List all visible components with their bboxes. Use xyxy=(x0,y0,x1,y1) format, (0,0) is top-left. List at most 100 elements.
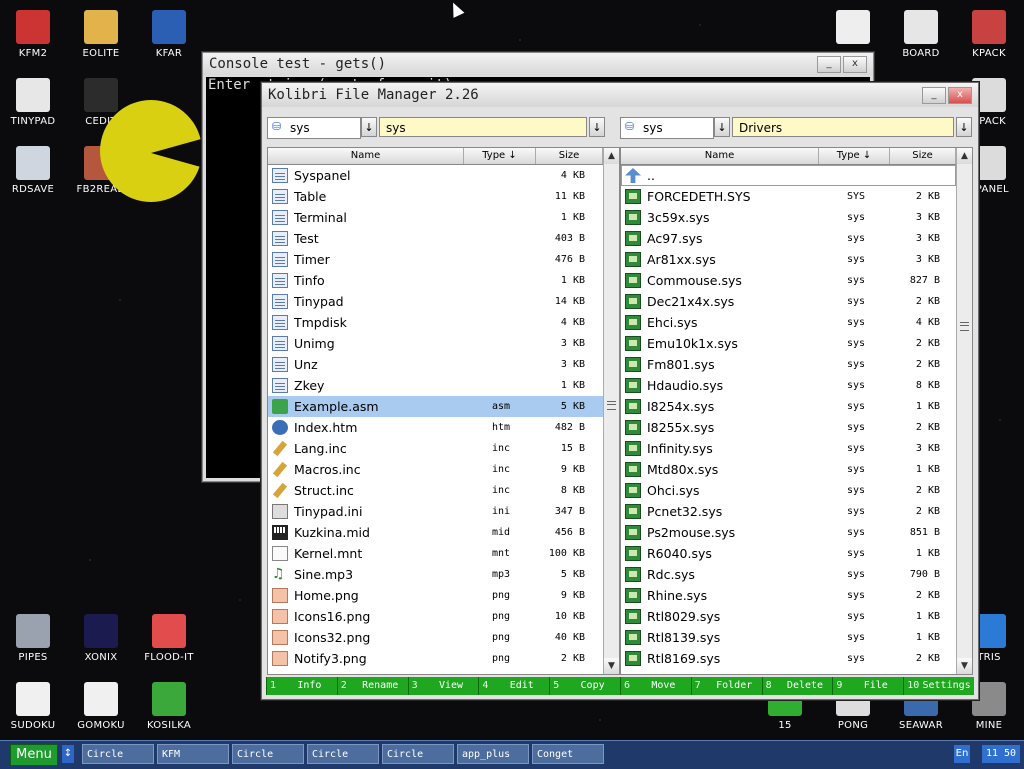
file-row[interactable]: Example.asm asm 5 KB xyxy=(268,396,603,417)
language-indicator[interactable]: En xyxy=(954,745,970,763)
file-row[interactable]: Struct.inc inc 8 KB xyxy=(268,480,603,501)
right-col-name[interactable]: Name xyxy=(621,148,819,164)
file-row[interactable]: Unimg 3 KB xyxy=(268,333,603,354)
file-row[interactable]: Tinypad.ini ini 347 B xyxy=(268,501,603,522)
file-row[interactable]: FORCEDETH.SYS SYS 2 KB xyxy=(621,186,956,207)
file-row[interactable]: Test 403 B xyxy=(268,228,603,249)
left-col-type[interactable]: Type ↓ xyxy=(464,148,536,164)
file-manager-window[interactable]: Kolibri File Manager 2.26 _ x ⛁ sys ↓ sy… xyxy=(261,82,979,700)
fkey-folder-button[interactable]: 7 Folder xyxy=(690,677,763,695)
taskbar-task-button[interactable]: Circle xyxy=(382,744,454,764)
desktop-l-tinypad[interactable]: TINYPAD xyxy=(0,78,66,127)
left-col-size[interactable]: Size xyxy=(536,148,603,164)
file-row[interactable]: Ar81xx.sys sys 3 KB xyxy=(621,249,956,270)
desktop-l-rdsave[interactable]: RDSAVE xyxy=(0,146,66,195)
file-row[interactable]: ♫ Sine.mp3 mp3 5 KB xyxy=(268,564,603,585)
file-row[interactable]: Infinity.sys sys 3 KB xyxy=(621,438,956,459)
file-row[interactable]: R6040.sys sys 1 KB xyxy=(621,543,956,564)
file-row[interactable]: Notify3.png png 2 KB xyxy=(268,648,603,669)
file-row[interactable]: Rtl8139.sys sys 1 KB xyxy=(621,627,956,648)
taskbar-task-button[interactable]: KFM xyxy=(157,744,229,764)
file-row[interactable]: Table 11 KB xyxy=(268,186,603,207)
scroll-down-icon[interactable]: ▼ xyxy=(604,658,619,674)
desktop-l-gomoku[interactable]: GOMOKU xyxy=(68,682,134,731)
menu-button[interactable]: Menu xyxy=(10,744,58,766)
file-row[interactable]: Home.png png 9 KB xyxy=(268,585,603,606)
desktop-l-flood-it[interactable]: FLOOD-IT xyxy=(136,614,202,663)
fkey-view-button[interactable]: 3 View xyxy=(407,677,480,695)
file-row[interactable]: Rhine.sys sys 2 KB xyxy=(621,585,956,606)
right-col-type[interactable]: Type ↓ xyxy=(819,148,890,164)
desktop-r-kpack[interactable]: KPACK xyxy=(956,10,1022,59)
file-row[interactable]: Icons32.png png 40 KB xyxy=(268,627,603,648)
right-path-dropdown-button[interactable]: ↓ xyxy=(956,117,972,137)
desktop-r-icon-0[interactable] xyxy=(820,10,886,48)
file-row[interactable]: Mtd80x.sys sys 1 KB xyxy=(621,459,956,480)
file-row[interactable]: Emu10k1x.sys sys 2 KB xyxy=(621,333,956,354)
file-row[interactable]: 3c59x.sys sys 3 KB xyxy=(621,207,956,228)
taskbar-task-button[interactable]: Circle xyxy=(82,744,154,764)
fkey-copy-button[interactable]: 5 Copy xyxy=(549,677,621,695)
file-row[interactable]: Macros.inc inc 9 KB xyxy=(268,459,603,480)
console-minimize-button[interactable]: _ xyxy=(817,56,841,73)
file-row[interactable]: Kernel.mnt mnt 100 KB xyxy=(268,543,603,564)
fkey-info-button[interactable]: 1 Info xyxy=(266,677,338,695)
desktop-l-xonix[interactable]: XONIX xyxy=(68,614,134,663)
desktop-l-kosilka[interactable]: KOSILKA xyxy=(136,682,202,731)
fm-close-button[interactable]: x xyxy=(948,87,972,104)
file-row[interactable]: Pcnet32.sys sys 2 KB xyxy=(621,501,956,522)
desktop-l-kfar[interactable]: KFAR xyxy=(136,10,202,59)
right-scrollbar[interactable]: ▲ ▼ xyxy=(956,148,972,674)
taskbar-task-button[interactable]: app_plus xyxy=(457,744,529,764)
left-file-list[interactable]: Name Type ↓ Size Syspanel 4 KB Table 11 KB T… xyxy=(267,147,620,675)
file-row[interactable]: .. xyxy=(621,165,956,186)
fm-minimize-button[interactable]: _ xyxy=(922,87,946,104)
file-row[interactable]: Fm801.sys sys 2 KB xyxy=(621,354,956,375)
task-switch-icon[interactable]: ↕ xyxy=(62,745,74,763)
file-row[interactable]: Rdc.sys sys 790 B xyxy=(621,564,956,585)
scroll-down-icon[interactable]: ▼ xyxy=(957,658,972,674)
desktop-l-eolite[interactable]: EOLITE xyxy=(68,10,134,59)
file-row[interactable]: Unz 3 KB xyxy=(268,354,603,375)
fkey-rename-button[interactable]: 2 Rename xyxy=(336,677,409,695)
left-path-dropdown-button[interactable]: ↓ xyxy=(589,117,605,137)
file-row[interactable]: Terminal 1 KB xyxy=(268,207,603,228)
file-row[interactable]: Rtl8169.sys sys 2 KB xyxy=(621,648,956,669)
file-row[interactable]: Ohci.sys sys 2 KB xyxy=(621,480,956,501)
file-row[interactable]: Timer 476 B xyxy=(268,249,603,270)
file-row[interactable]: Tinypad 14 KB xyxy=(268,291,603,312)
fkey-file-button[interactable]: 9 File xyxy=(832,677,904,695)
left-drive-select[interactable]: ⛁ sys xyxy=(267,117,361,139)
taskbar-task-button[interactable]: Conget xyxy=(532,744,604,764)
file-row[interactable]: Rtl8029.sys sys 1 KB xyxy=(621,606,956,627)
file-row[interactable]: Zkey 1 KB xyxy=(268,375,603,396)
right-path[interactable]: Drivers xyxy=(732,117,954,137)
file-row[interactable]: Index.htm htm 482 B xyxy=(268,417,603,438)
left-path[interactable]: sys xyxy=(379,117,587,137)
scroll-up-icon[interactable]: ▲ xyxy=(604,148,619,164)
file-row[interactable]: Kuzkina.mid mid 456 B xyxy=(268,522,603,543)
file-row[interactable]: Ps2mouse.sys sys 851 B xyxy=(621,522,956,543)
file-row[interactable]: I8255x.sys sys 2 KB xyxy=(621,417,956,438)
scroll-up-icon[interactable]: ▲ xyxy=(957,148,972,164)
left-drive-dropdown-button[interactable]: ↓ xyxy=(361,117,377,137)
console-close-button[interactable]: x xyxy=(843,56,867,73)
file-row[interactable]: Ac97.sys sys 3 KB xyxy=(621,228,956,249)
fkey-settings-button[interactable]: 10 Settings xyxy=(903,677,975,695)
fkey-delete-button[interactable]: 8 Delete xyxy=(761,677,834,695)
file-row[interactable]: Icons16.png png 10 KB xyxy=(268,606,603,627)
fkey-edit-button[interactable]: 4 Edit xyxy=(478,677,550,695)
taskbar-task-button[interactable]: Circle xyxy=(232,744,304,764)
file-row[interactable]: I8254x.sys sys 1 KB xyxy=(621,396,956,417)
taskbar-task-button[interactable]: Circle xyxy=(307,744,379,764)
file-row[interactable]: Ehci.sys sys 4 KB xyxy=(621,312,956,333)
desktop-l-pipes[interactable]: PIPES xyxy=(0,614,66,663)
scroll-grip[interactable] xyxy=(960,322,969,331)
file-row[interactable]: Hdaudio.sys sys 8 KB xyxy=(621,375,956,396)
right-file-list[interactable]: Name Type ↓ Size .. FORCEDETH.SYS SYS 2 KB 3… xyxy=(620,147,973,675)
file-row[interactable]: Dec21x4x.sys sys 2 KB xyxy=(621,291,956,312)
right-drive-dropdown-button[interactable]: ↓ xyxy=(714,117,730,137)
file-row[interactable]: Syspanel 4 KB xyxy=(268,165,603,186)
desktop-l-sudoku[interactable]: SUDOKU xyxy=(0,682,66,731)
file-row[interactable]: Tinfo 1 KB xyxy=(268,270,603,291)
